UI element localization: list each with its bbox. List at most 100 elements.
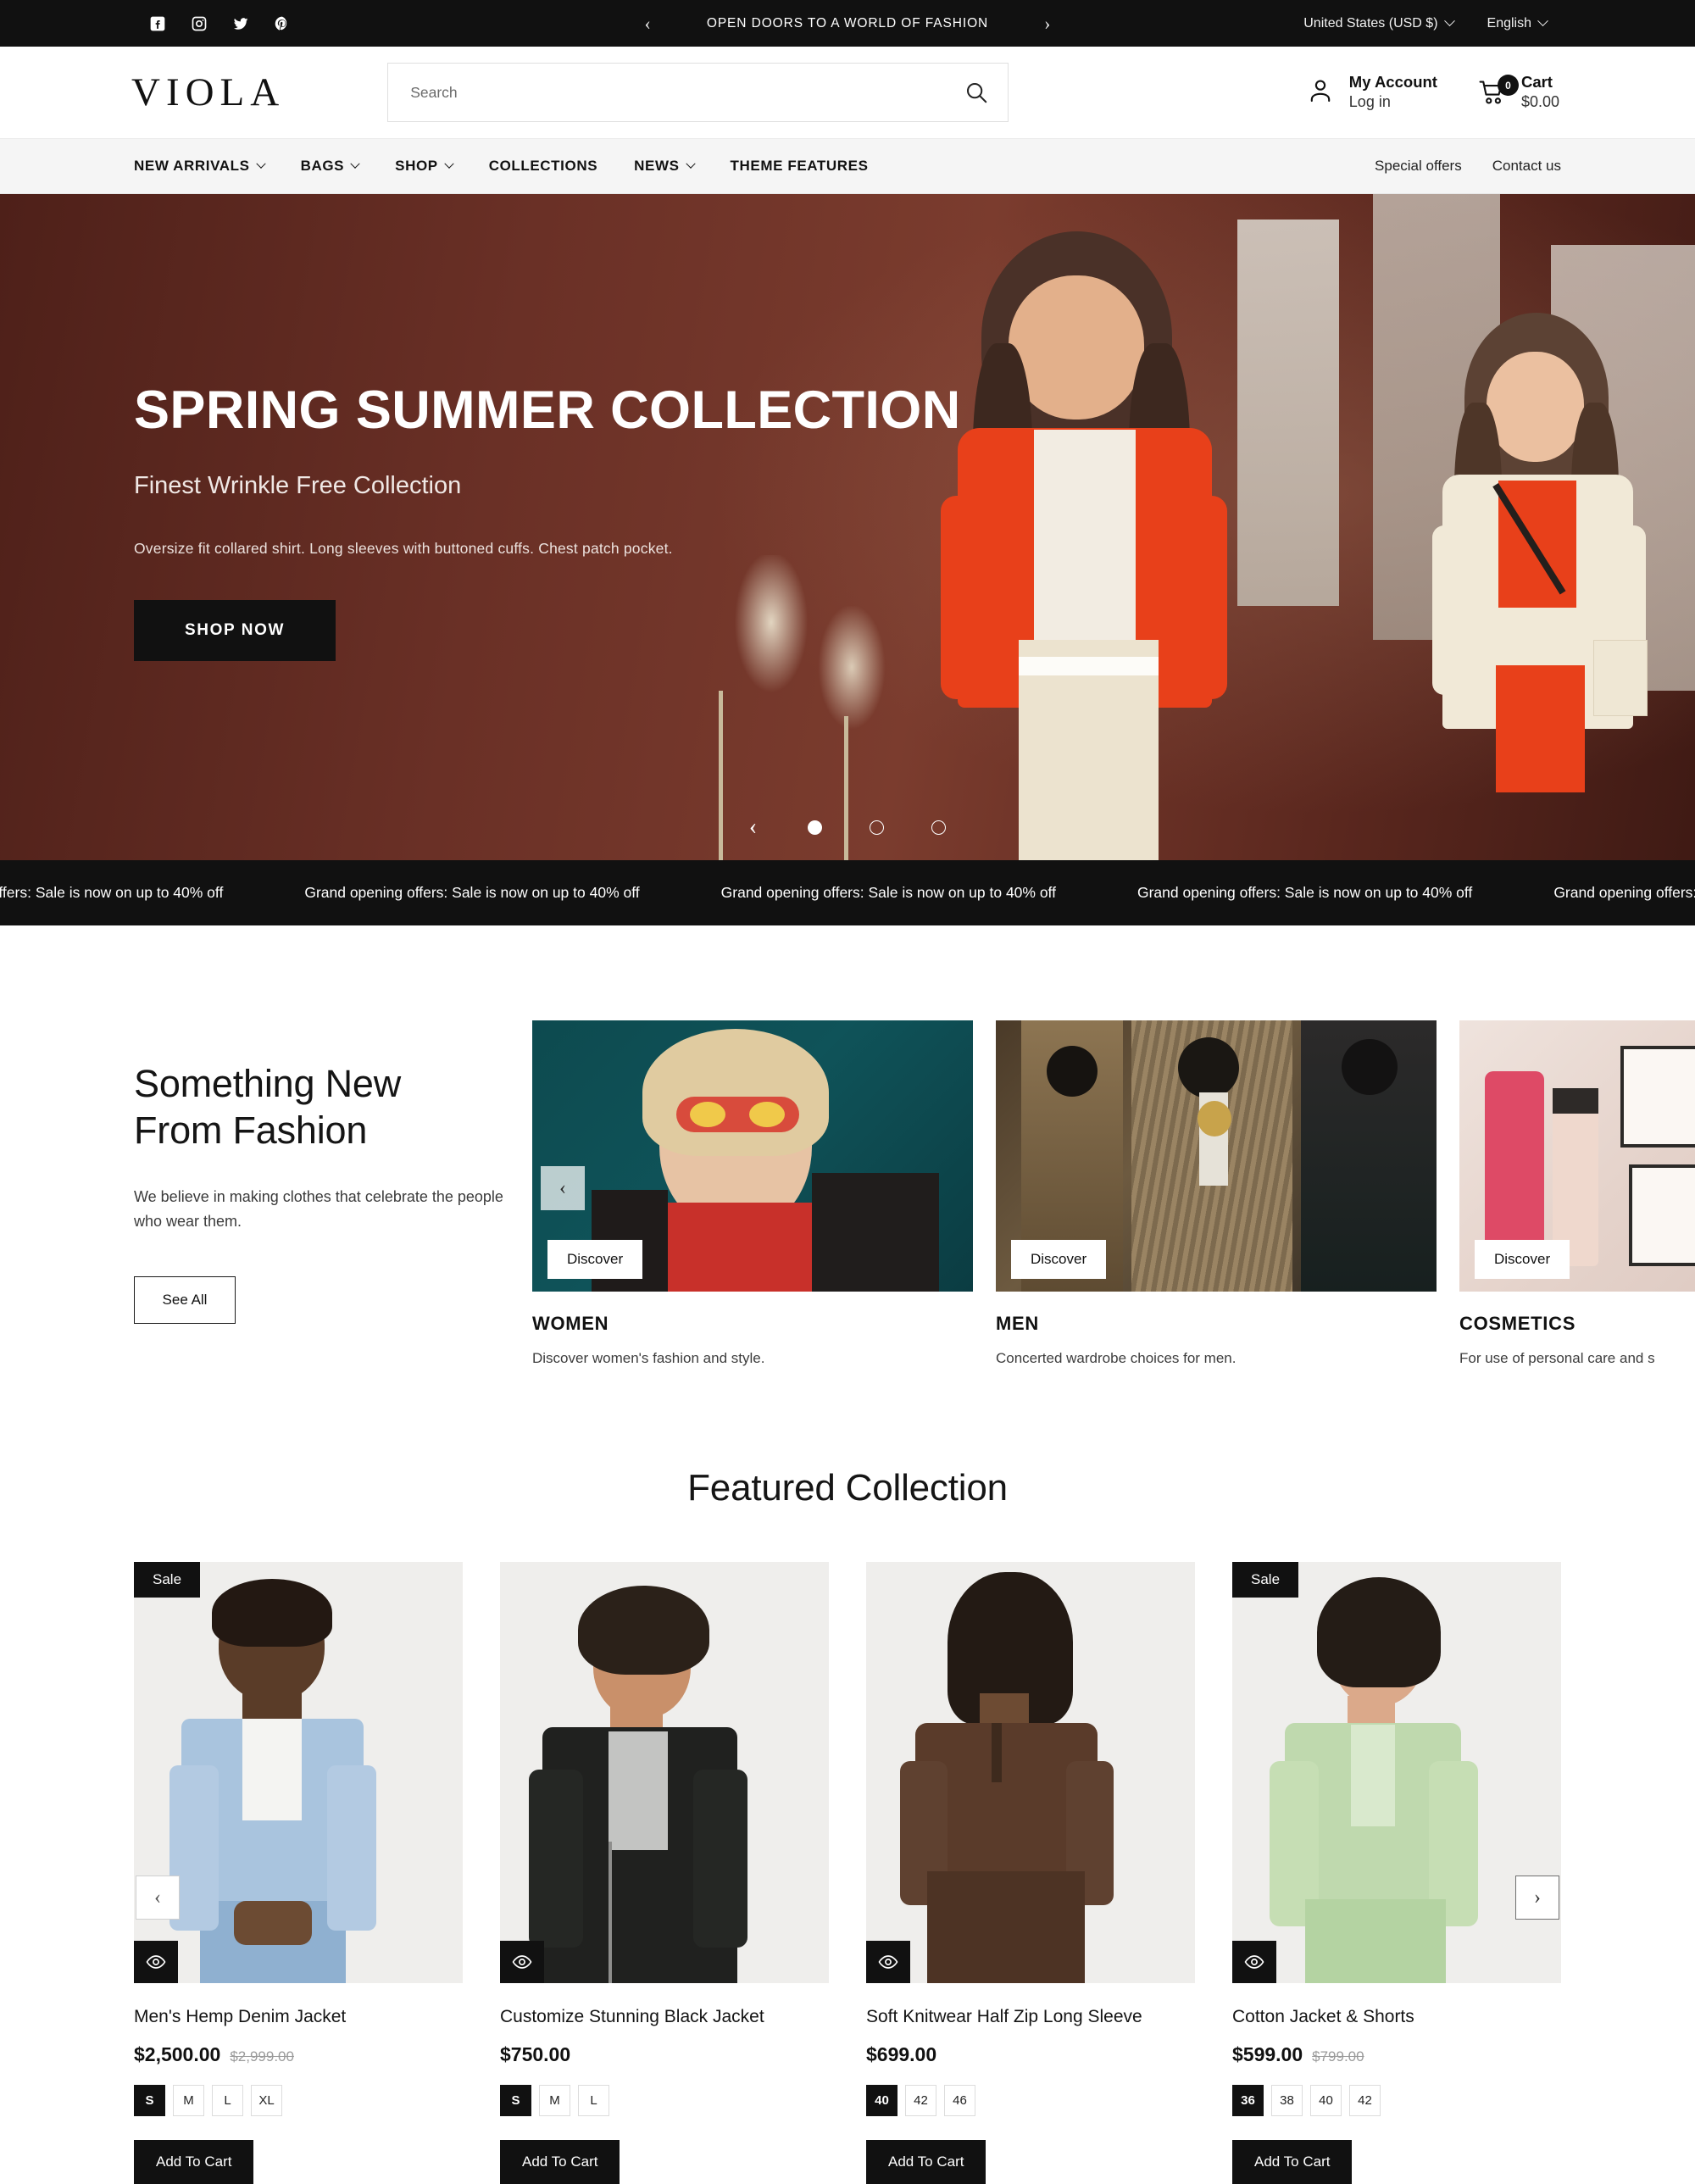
products-next-button[interactable]: › xyxy=(1515,1876,1559,1920)
announcement-prev-button[interactable]: ‹ xyxy=(645,14,651,33)
featured-collection-title: Featured Collection xyxy=(687,1467,1008,1509)
my-account-button[interactable]: My Account Log in xyxy=(1306,72,1437,113)
size-option[interactable]: 38 xyxy=(1271,2085,1303,2116)
size-option[interactable]: 46 xyxy=(944,2085,975,2116)
add-to-cart-button[interactable]: Add To Cart xyxy=(866,2140,986,2184)
product-image: Sale xyxy=(134,1562,463,1983)
eye-icon xyxy=(512,1955,532,1969)
nav-label: NEWS xyxy=(634,158,680,174)
marquee-item: Grand opening offers: Sale is now on up … xyxy=(0,884,224,901)
nav-link-special-offers[interactable]: Special offers xyxy=(1375,158,1462,175)
nav-label: SHOP xyxy=(395,158,438,174)
category-discover-button[interactable]: Discover xyxy=(1475,1240,1570,1279)
chevron-down-icon xyxy=(1443,15,1455,27)
product-size-options: 40 42 46 xyxy=(866,2085,1195,2116)
add-to-cart-button[interactable]: Add To Cart xyxy=(134,2140,254,2184)
search-submit-button[interactable] xyxy=(945,64,1008,121)
chevron-down-icon xyxy=(685,158,696,169)
category-card-women[interactable]: Discover WOMEN Discover women's fashion … xyxy=(532,1020,973,1367)
size-option[interactable]: M xyxy=(173,2085,204,2116)
size-option[interactable]: 40 xyxy=(866,2085,898,2116)
hero-dot-1[interactable] xyxy=(808,820,823,835)
nav-item-bags[interactable]: BAGS xyxy=(301,158,360,175)
announcement-carousel: ‹ OPEN DOORS TO A WORLD OF FASHION › xyxy=(645,14,1051,33)
category-image: Discover xyxy=(996,1020,1437,1292)
facebook-icon[interactable] xyxy=(148,14,167,33)
category-carousel: Discover WOMEN Discover women's fashion … xyxy=(532,1020,1695,1367)
pinterest-icon[interactable] xyxy=(273,14,292,33)
product-quickview-button[interactable] xyxy=(500,1941,544,1983)
category-prev-button[interactable]: ‹ xyxy=(541,1166,585,1210)
hero-dot-2[interactable] xyxy=(870,820,885,835)
product-quickview-button[interactable] xyxy=(134,1941,178,1983)
product-name[interactable]: Men's Hemp Denim Jacket xyxy=(134,2007,463,2027)
product-name[interactable]: Cotton Jacket & Shorts xyxy=(1232,2007,1561,2027)
country-selector[interactable]: United States (USD $) xyxy=(1303,15,1455,31)
product-image: Sale xyxy=(1232,1562,1561,1983)
hero-description: Oversize fit collared shirt. Long sleeve… xyxy=(134,540,673,558)
size-option[interactable]: XL xyxy=(251,2085,282,2116)
add-to-cart-button[interactable]: Add To Cart xyxy=(1232,2140,1353,2184)
size-option[interactable]: 42 xyxy=(905,2085,936,2116)
nav-item-new-arrivals[interactable]: NEW ARRIVALS xyxy=(134,158,266,175)
category-name: MEN xyxy=(996,1313,1039,1334)
cart-button[interactable]: 0 Cart $0.00 xyxy=(1478,72,1559,113)
category-name: COSMETICS xyxy=(1459,1313,1576,1334)
product-sale-badge: Sale xyxy=(1232,1562,1299,1598)
size-option[interactable]: L xyxy=(578,2085,609,2116)
product-name[interactable]: Soft Knitwear Half Zip Long Sleeve xyxy=(866,2007,1195,2027)
hero-shop-now-button[interactable]: SHOP NOW xyxy=(134,600,336,662)
hero-dot-3[interactable] xyxy=(931,820,947,835)
product-quickview-button[interactable] xyxy=(866,1941,910,1983)
size-option[interactable]: S xyxy=(134,2085,165,2116)
section-title: Something New From Fashion xyxy=(134,1061,532,1154)
product-name[interactable]: Customize Stunning Black Jacket xyxy=(500,2007,829,2027)
instagram-icon[interactable] xyxy=(190,14,208,33)
category-discover-button[interactable]: Discover xyxy=(547,1240,643,1279)
size-option[interactable]: L xyxy=(212,2085,243,2116)
nav-item-theme-features[interactable]: THEME FEATURES xyxy=(731,158,869,175)
eye-icon xyxy=(1244,1955,1264,1969)
search-input[interactable] xyxy=(388,83,946,102)
product-card[interactable]: Soft Knitwear Half Zip Long Sleeve $699.… xyxy=(866,1562,1195,2184)
nav-link-contact-us[interactable]: Contact us xyxy=(1492,158,1561,175)
nav-label: THEME FEATURES xyxy=(730,158,869,174)
nav-item-shop[interactable]: SHOP xyxy=(395,158,454,175)
category-description: For use of personal care and s xyxy=(1459,1350,1655,1366)
announcement-next-button[interactable]: › xyxy=(1044,14,1050,33)
product-compare-price: $2,999.00 xyxy=(230,2048,294,2065)
language-selector[interactable]: English xyxy=(1487,15,1548,31)
nav-item-collections[interactable]: COLLECTIONS xyxy=(489,158,597,175)
eye-icon xyxy=(878,1955,898,1969)
account-login-link[interactable]: Log in xyxy=(1349,92,1437,113)
product-quickview-button[interactable] xyxy=(1232,1941,1276,1983)
cart-title: Cart xyxy=(1520,72,1553,91)
category-card-cosmetics[interactable]: Discover COSMETICS For use of personal c… xyxy=(1459,1020,1695,1367)
size-option[interactable]: M xyxy=(539,2085,570,2116)
nav-item-news[interactable]: NEWS xyxy=(634,158,696,175)
category-discover-button[interactable]: Discover xyxy=(1011,1240,1107,1279)
product-card[interactable]: Customize Stunning Black Jacket $750.00 … xyxy=(500,1562,829,2184)
size-option[interactable]: 40 xyxy=(1310,2085,1342,2116)
main-navigation: NEW ARRIVALS BAGS SHOP COLLECTIONS NEWS … xyxy=(0,139,1695,194)
twitter-icon[interactable] xyxy=(231,14,250,33)
size-option[interactable]: 42 xyxy=(1349,2085,1381,2116)
see-all-button[interactable]: See All xyxy=(134,1276,236,1325)
hero-subtitle: Finest Wrinkle Free Collection xyxy=(134,472,462,500)
category-card-men[interactable]: Discover MEN Concerted wardrobe choices … xyxy=(996,1020,1437,1367)
product-price-block: $699.00 xyxy=(866,2043,1195,2066)
products-prev-button[interactable]: ‹ xyxy=(136,1876,180,1920)
marquee-item: Grand opening offers: Sale is now on up … xyxy=(304,884,640,901)
product-price-block: $599.00 $799.00 xyxy=(1232,2043,1561,2066)
promo-marquee: Grand opening offers: Sale is now on up … xyxy=(0,860,1695,925)
size-option[interactable]: 36 xyxy=(1232,2085,1264,2116)
chevron-down-icon xyxy=(1537,15,1548,27)
add-to-cart-button[interactable]: Add To Cart xyxy=(500,2140,620,2184)
product-card[interactable]: Sale Cotton Jacket & Shorts $599.00 $799… xyxy=(1232,1562,1561,2184)
marquee-item: Grand opening offers: Sale is now on up … xyxy=(1553,884,1695,901)
hero-prev-button[interactable]: ‹ xyxy=(749,815,757,839)
site-logo[interactable]: VIOLA xyxy=(131,72,285,113)
size-option[interactable]: S xyxy=(500,2085,531,2116)
product-card[interactable]: Sale Men's Hemp Denim Jacket $2,500.00 $… xyxy=(134,1562,463,2184)
product-size-options: 36 38 40 42 xyxy=(1232,2085,1561,2116)
